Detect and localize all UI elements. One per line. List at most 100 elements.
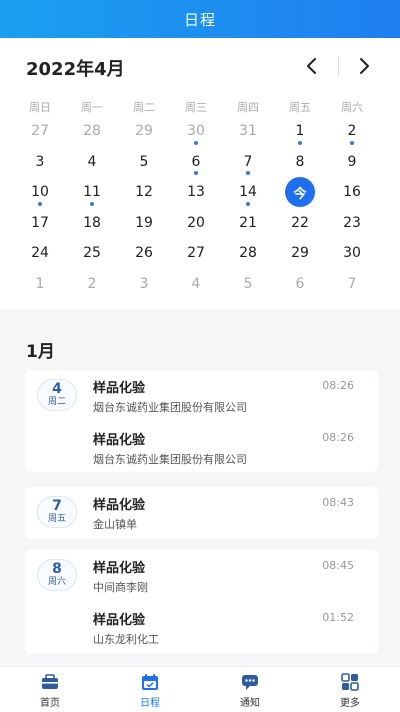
calendar-day[interactable]: 24 [14, 238, 66, 269]
calendar-day-number: 25 [83, 245, 101, 262]
tab-label: 更多 [340, 698, 360, 709]
schedule-item-title: 样品化验 [93, 561, 146, 576]
schedule-item-title: 样品化验 [93, 381, 146, 396]
calendar-day[interactable]: 5 [118, 147, 170, 178]
calendar-day-number: 17 [31, 214, 49, 231]
tab-notifications[interactable]: 通知 [200, 667, 300, 712]
event-dot-indicator [350, 140, 354, 145]
calendar-day[interactable]: 27 [170, 238, 222, 269]
calendar-day[interactable]: 4 [170, 269, 222, 300]
calendar-week-row: 17 18 19 20 21 22 23 [14, 208, 378, 239]
calendar-day[interactable]: 28 [66, 116, 118, 147]
schedule-item-time: 08:43 [322, 496, 354, 509]
schedule-item[interactable]: 样品化验 中间商李刚 08:45 [25, 550, 378, 600]
calendar-day[interactable]: 29 [118, 116, 170, 147]
grid-icon [341, 673, 359, 691]
calendar-day[interactable]: 1 [14, 269, 66, 300]
calendar-day[interactable]: 26 [118, 238, 170, 269]
calendar-day[interactable]: 5 [222, 269, 274, 300]
header-bar: 日程 [0, 0, 400, 38]
calendar-day[interactable]: 25 [66, 238, 118, 269]
tab-home[interactable]: 首页 [0, 667, 100, 712]
calendar-day[interactable]: 18 [66, 208, 118, 239]
calendar-day[interactable]: 30 [170, 116, 222, 147]
calendar-day[interactable]: 6 [274, 269, 326, 300]
tab-more[interactable]: 更多 [300, 667, 400, 712]
calendar-day[interactable]: 3 [118, 269, 170, 300]
tab-label: 通知 [240, 698, 260, 709]
calendar-day[interactable]: 16 [326, 177, 378, 208]
calendar-day-number: 1 [35, 275, 45, 292]
calendar-day-number: 3 [35, 153, 45, 170]
calendar-day[interactable]: 9 [326, 147, 378, 178]
next-month-button[interactable] [352, 54, 376, 78]
calendar-day[interactable]: 23 [326, 208, 378, 239]
calendar-day-number: 今 [285, 177, 315, 208]
schedule-item-company: 烟台东诚药业集团股份有限公司 [93, 401, 247, 414]
calendar-day-number: 2 [347, 123, 357, 140]
chevron-left-icon [307, 58, 316, 74]
schedule-item-time: 08:26 [322, 431, 354, 444]
schedule-item[interactable]: 样品化验 金山镇单 08:43 [25, 487, 378, 537]
schedule-item[interactable]: 样品化验 山东龙利化工 01:52 [25, 602, 378, 652]
calendar-day-number: 24 [31, 245, 49, 262]
calendar-day-number: 26 [135, 245, 153, 262]
calendar-day[interactable]: 31 [222, 116, 274, 147]
calendar-day[interactable]: 4 [66, 147, 118, 178]
calendar-day[interactable]: 14 [222, 177, 274, 208]
calendar-day[interactable]: 11 [66, 177, 118, 208]
calendar-day-number: 6 [191, 153, 201, 170]
calendar-day-today[interactable]: 今 [274, 177, 326, 208]
schedule-item-title: 样品化验 [93, 613, 146, 628]
calendar-day[interactable]: 21 [222, 208, 274, 239]
weekday-label: 周六 [341, 101, 363, 114]
calendar-day-number: 31 [239, 123, 257, 140]
message-icon [242, 675, 258, 690]
calendar-icon [142, 674, 158, 690]
calendar-day[interactable]: 10 [14, 177, 66, 208]
calendar-day[interactable]: 17 [14, 208, 66, 239]
calendar-day[interactable]: 20 [170, 208, 222, 239]
calendar-day[interactable]: 2 [326, 116, 378, 147]
calendar-day[interactable]: 3 [14, 147, 66, 178]
calendar-day[interactable]: 27 [14, 116, 66, 147]
schedule-item-time: 08:45 [322, 559, 354, 572]
schedule-item[interactable]: 样品化验 烟台东诚药业集团股份有限公司 08:26 [25, 370, 378, 420]
calendar-day[interactable]: 13 [170, 177, 222, 208]
calendar-grid: 27 28 29 30 31 1 2 3 4 5 6 7 8 9 10 11 12 13 14 今 16 17 18 19 20… [14, 116, 378, 299]
calendar-day[interactable]: 8 [274, 147, 326, 178]
event-dot-indicator [194, 140, 198, 145]
tab-label: 日程 [140, 698, 160, 709]
calendar-month-title: 2022年4月 [26, 59, 125, 80]
event-dot-indicator [38, 201, 42, 206]
calendar-day[interactable]: 30 [326, 238, 378, 269]
schedule-item-time: 01:52 [322, 611, 354, 624]
tab-schedule[interactable]: 日程 [100, 667, 200, 712]
calendar-day-number: 5 [243, 275, 253, 292]
calendar-day[interactable]: 1 [274, 116, 326, 147]
calendar-week-row: 27 28 29 30 31 1 2 [14, 116, 378, 147]
calendar-day[interactable]: 6 [170, 147, 222, 178]
calendar-day-number: 7 [347, 275, 357, 292]
calendar-day-number: 27 [31, 123, 49, 140]
calendar-day[interactable]: 29 [274, 238, 326, 269]
calendar-day-number: 30 [343, 245, 361, 262]
calendar-day[interactable]: 2 [66, 269, 118, 300]
chevron-right-icon [360, 58, 369, 74]
nav-divider [338, 56, 339, 76]
calendar-day[interactable]: 28 [222, 238, 274, 269]
bottom-tab-bar: 首页 日程 通知 更多 [0, 666, 400, 712]
calendar-day-number: 28 [239, 245, 257, 262]
tab-label: 首页 [40, 698, 60, 709]
calendar-day-number: 12 [135, 184, 153, 201]
calendar-day-number: 6 [295, 275, 305, 292]
calendar-day[interactable]: 7 [326, 269, 378, 300]
calendar-day[interactable]: 12 [118, 177, 170, 208]
prev-month-button[interactable] [300, 54, 324, 78]
calendar-day[interactable]: 22 [274, 208, 326, 239]
calendar-day[interactable]: 7 [222, 147, 274, 178]
page-title: 日程 [183, 10, 216, 29]
calendar-day-number: 5 [139, 153, 149, 170]
calendar-day[interactable]: 19 [118, 208, 170, 239]
schedule-item[interactable]: 样品化验 烟台东诚药业集团股份有限公司 08:26 [25, 422, 378, 472]
